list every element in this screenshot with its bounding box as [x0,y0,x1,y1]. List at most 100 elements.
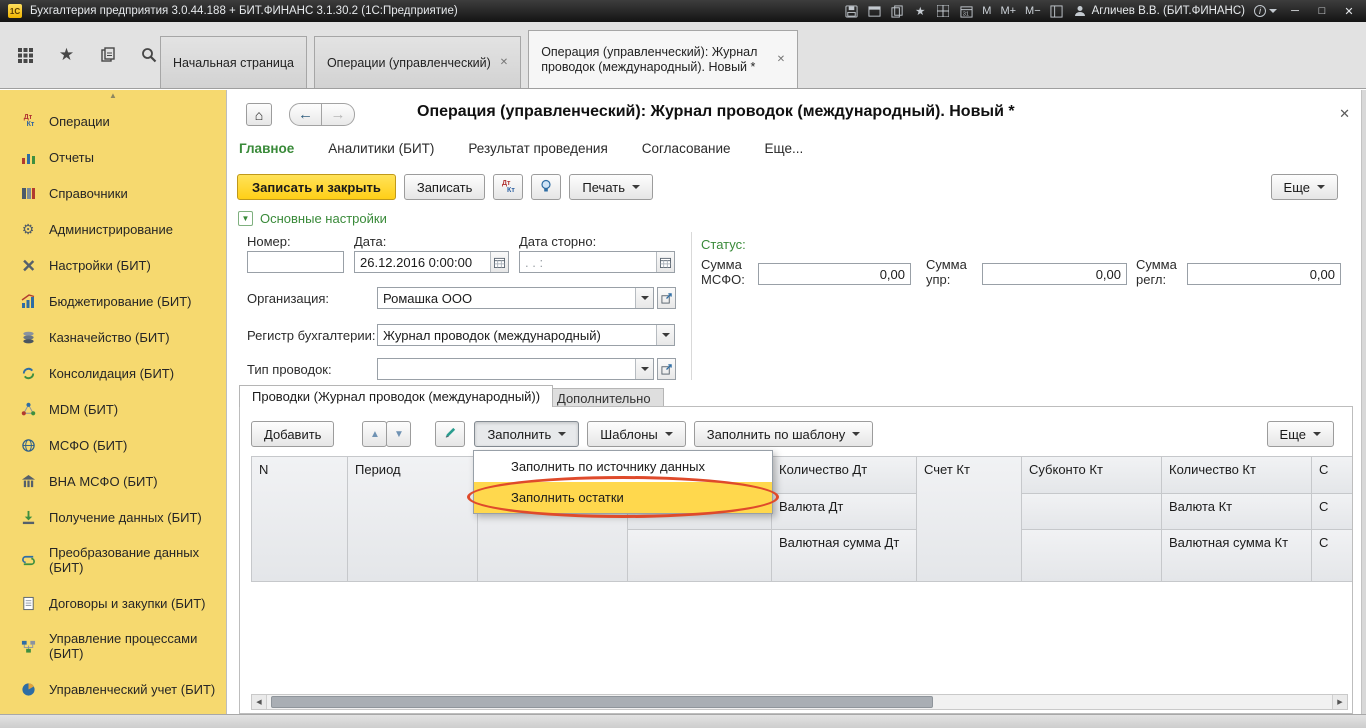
storno-date-field[interactable]: . . : [519,251,675,273]
save-button[interactable]: Записать [403,174,486,200]
scroll-left-button[interactable]: ◀ [252,695,267,709]
tips-button[interactable] [531,174,562,200]
calendar-icon[interactable]: 31 [959,4,973,18]
memory-m-minus-button[interactable]: M− [1025,5,1041,17]
sidebar-item-label: Управленческий учет (БИТ) [49,681,216,697]
tab-posting-result[interactable]: Результат проведения [468,141,607,156]
sidebar-item-vna-msfo[interactable]: ВНА МСФО (БИТ) [0,463,226,499]
sidebar-item-data-receiving[interactable]: Получение данных (БИТ) [0,499,226,535]
sidebar-item-mdm[interactable]: MDM (БИТ) [0,391,226,427]
fill-by-template-button[interactable]: Заполнить по шаблону [693,421,874,447]
dropdown-button[interactable] [635,288,653,308]
menu-item-fill-balances[interactable]: Заполнить остатки [474,482,772,513]
minimize-button[interactable]: ─ [1286,5,1304,17]
info-menu-button[interactable]: i [1254,5,1277,17]
back-button[interactable]: ← [289,103,322,126]
tab-analytics-bit[interactable]: Аналитики (БИТ) [328,141,434,156]
sidebar-item-budgeting[interactable]: Бюджетирование (БИТ) [0,283,226,319]
search-icon[interactable] [139,45,158,65]
move-down-button[interactable]: ▼ [386,421,412,447]
tab-more[interactable]: Еще... [765,141,804,156]
edit-button[interactable] [435,421,466,447]
sidebar-item-operations[interactable]: Дт Кт Операции [0,103,226,139]
menu-item-fill-from-data-source[interactable]: Заполнить по источнику данных [474,451,772,482]
fill-button[interactable]: Заполнить [474,421,580,447]
sidebar-item-administration[interactable]: ⚙ Администрирование [0,211,226,247]
main-settings-group[interactable]: ▼ Основные настройки [238,211,387,226]
calendar-button[interactable] [656,252,674,272]
button-label: Печать [582,179,625,195]
col-header-sum-truncated-3: С [1312,530,1352,582]
maximize-button[interactable]: □ [1313,5,1331,17]
tab-postings[interactable]: Проводки (Журнал проводок (международный… [239,385,554,407]
date-field[interactable]: 26.12.2016 0:00:00 [354,251,509,273]
sidebar-item-msfo[interactable]: МСФО (БИТ) [0,427,226,463]
current-user[interactable]: Агличев В.В. (БИТ.ФИНАНС) [1073,4,1245,18]
tab-close-icon[interactable]: ✕ [500,57,508,68]
save-and-close-button[interactable]: Записать и закрыть [237,174,396,200]
sidebar-item-reports[interactable]: Отчеты [0,139,226,175]
templates-button[interactable]: Шаблоны [587,421,686,447]
dropdown-button[interactable] [656,325,674,345]
grid-more-button[interactable]: Еще [1266,421,1334,447]
sidebar-item-treasury[interactable]: Казначейство (БИТ) [0,319,226,355]
organization-open-button[interactable] [657,287,676,309]
show-postings-button[interactable]: Дт Кт [493,174,524,200]
save-icon[interactable] [844,4,858,18]
sidebar-item-references[interactable]: Справочники [0,175,226,211]
number-field[interactable] [247,251,344,273]
print-button[interactable]: Печать [569,174,653,200]
add-row-button[interactable]: Добавить [251,421,335,447]
sum-upr-field[interactable]: 0,00 [982,263,1127,285]
open-window-icon[interactable] [867,4,881,18]
calendar-button[interactable] [490,252,508,272]
sidebar-item-process-management[interactable]: Управление процессами (БИТ) [0,621,226,671]
tab-additional[interactable]: Дополнительно [544,388,664,407]
tab-operation-document[interactable]: Операция (управленческий): Журнал провод… [528,30,799,88]
sidebar-item-consolidation[interactable]: Консолидация (БИТ) [0,355,226,391]
memory-m-plus-button[interactable]: M+ [1000,5,1016,17]
move-up-button[interactable]: ▲ [362,421,388,447]
sidebar-item-management-accounting[interactable]: Управленческий учет (БИТ) [0,671,226,707]
arrow-up-icon: ▲ [370,428,380,440]
tab-home-page[interactable]: Начальная страница [160,36,307,88]
entry-type-open-button[interactable] [657,358,676,380]
register-field[interactable]: Журнал проводок (международный) [377,324,675,346]
form-more-button[interactable]: Еще [1270,174,1338,200]
field-value: Ромашка ООО [383,290,473,306]
forward-button[interactable]: → [322,103,355,126]
col-header-qty-dt: Количество Дт [772,457,917,494]
sidebar-item-data-transformation[interactable]: Преобразование данных (БИТ) [0,535,226,585]
close-window-button[interactable]: ✕ [1340,5,1358,18]
svg-text:31: 31 [963,11,969,17]
favorites-add-icon[interactable]: ★ [913,4,927,18]
tab-approval[interactable]: Согласование [642,141,731,156]
home-button[interactable]: ⌂ [246,103,272,126]
user-icon [1073,4,1087,18]
sidebar-item-contracts[interactable]: Договоры и закупки (БИТ) [0,585,226,621]
organization-field[interactable]: Ромашка ООО [377,287,654,309]
sum-regl-field[interactable]: 0,00 [1187,263,1341,285]
copy-icon[interactable] [890,4,904,18]
tab-operations-list[interactable]: Операции (управленческий) ✕ [313,36,522,88]
scroll-left-icon: ◀ [256,699,262,706]
sidebar-scroll-up-icon[interactable]: ▲ [0,91,226,100]
tab-label: Проводки (Журнал проводок (международный… [252,389,541,404]
favorites-icon[interactable]: ★ [57,45,76,65]
scrollbar-thumb[interactable] [271,696,933,708]
scroll-right-button[interactable]: ▶ [1332,695,1347,709]
panels-icon[interactable] [1050,4,1064,18]
dropdown-button[interactable] [635,359,653,379]
tab-main[interactable]: Главное [239,141,294,156]
sidebar-item-bit-settings[interactable]: Настройки (БИТ) [0,247,226,283]
tab-close-icon[interactable]: ✕ [777,52,785,67]
sum-msfo-field[interactable]: 0,00 [758,263,911,285]
close-form-button[interactable]: ✕ [1339,106,1350,122]
history-icon[interactable] [98,45,117,65]
main-menu-grid-icon[interactable] [16,45,35,65]
memory-m-button[interactable]: M [982,5,991,17]
horizontal-scrollbar[interactable]: ◀ ▶ [251,694,1348,710]
service-grid-icon[interactable] [936,4,950,18]
entry-type-field[interactable] [377,358,654,380]
col-header-period: Период [348,457,478,582]
